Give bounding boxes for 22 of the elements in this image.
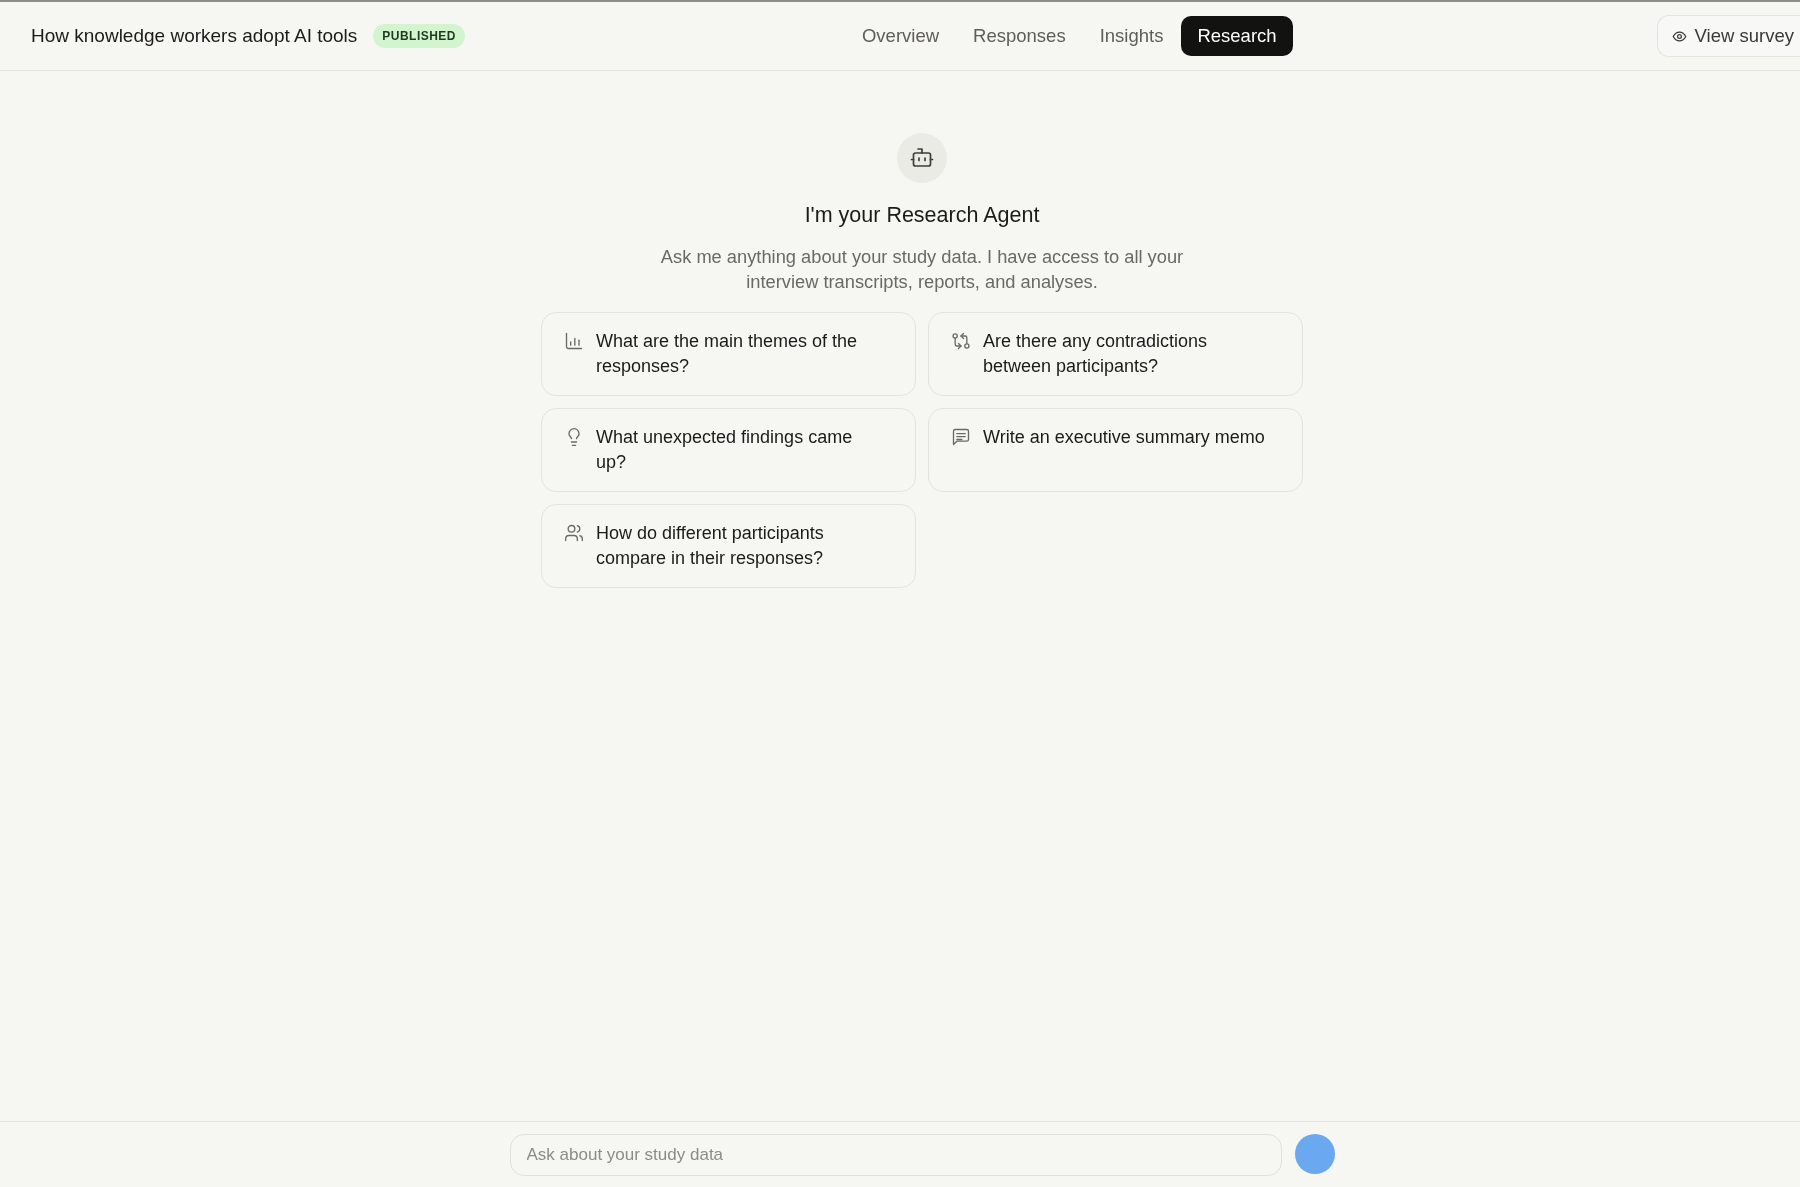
suggestion-card[interactable]: What unexpected findings came up? <box>541 408 916 492</box>
agent-heading: I'm your Research Agent <box>804 202 1040 229</box>
status-badge: PUBLISHED <box>373 23 465 49</box>
message-input-field[interactable]: Ask about your study data <box>509 1134 1282 1176</box>
view-survey-button[interactable]: View survey <box>1656 15 1800 57</box>
nav-tab[interactable]: Research <box>1181 16 1293 56</box>
suggestion-card[interactable]: How do different participants compare in their responses? <box>541 504 916 588</box>
people-icon <box>564 523 584 543</box>
study-title: How knowledge workers adopt AI tools <box>31 23 358 48</box>
bar-chart-icon <box>564 331 584 351</box>
eye-icon <box>1671 28 1687 44</box>
suggestion-card[interactable]: Write an executive summary memo <box>928 408 1303 492</box>
nav-tab[interactable]: Responses <box>957 16 1082 56</box>
suggestion-card[interactable]: What are the main themes of the responses? <box>541 312 916 396</box>
send-button[interactable] <box>1294 1134 1335 1174</box>
agent-description: Ask me anything about your study data. I have access to all your interview transcripts, reports, and analyses. <box>659 245 1185 294</box>
nav-tab[interactable]: Insights <box>1083 16 1180 56</box>
suggestion-card[interactable]: Are there any contradictions between participants? <box>928 312 1303 396</box>
compare-arrows-icon <box>951 331 971 351</box>
robot-icon <box>897 133 947 183</box>
message-lines-icon <box>951 427 971 447</box>
nav-tab[interactable]: Overview <box>845 16 956 56</box>
